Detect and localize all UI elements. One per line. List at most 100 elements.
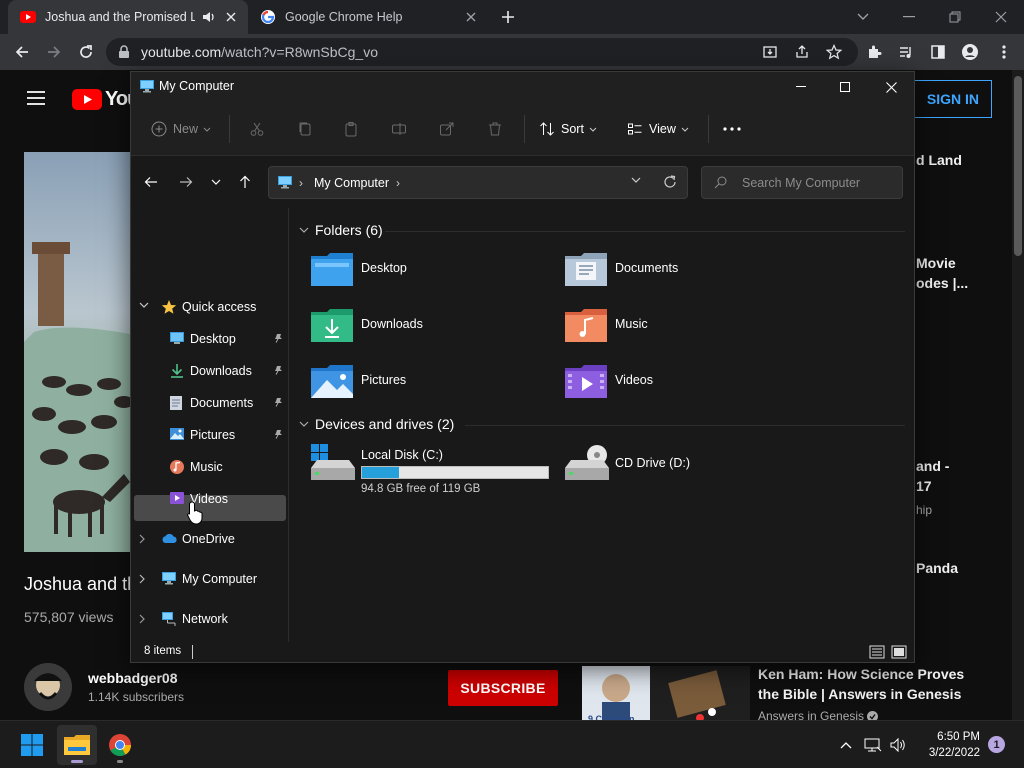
explorer-title-bar[interactable]: My Computer xyxy=(131,72,914,102)
copy-icon[interactable] xyxy=(297,119,313,139)
new-button[interactable]: New xyxy=(151,119,211,139)
folder-music[interactable]: Music xyxy=(565,308,815,350)
nav-quick-access[interactable]: Quick access xyxy=(131,294,288,320)
sort-button[interactable]: Sort xyxy=(539,119,597,139)
sidebar-title-fragment[interactable]: Panda xyxy=(916,558,958,578)
channel-avatar[interactable] xyxy=(24,663,72,711)
restore-icon[interactable] xyxy=(944,6,966,28)
nav-item-music[interactable]: Music xyxy=(131,454,288,480)
share-icon[interactable] xyxy=(439,119,455,139)
up-arrow-icon[interactable] xyxy=(235,172,255,192)
view-button[interactable]: View xyxy=(627,119,689,139)
folder-desktop[interactable]: Desktop xyxy=(311,252,561,294)
start-button[interactable] xyxy=(12,725,52,765)
cut-icon[interactable] xyxy=(249,119,265,139)
url-text: youtube.com/watch?v=R8wnSbCg_vo xyxy=(141,44,378,60)
nav-onedrive[interactable]: OneDrive xyxy=(131,526,288,552)
back-icon[interactable] xyxy=(141,172,161,192)
refresh-icon[interactable] xyxy=(663,175,677,189)
breadcrumb[interactable]: My Computer xyxy=(314,176,389,190)
address-bar[interactable]: youtube.com/watch?v=R8wnSbCg_vo xyxy=(106,38,858,66)
video-frame-image xyxy=(24,242,130,552)
install-app-icon[interactable] xyxy=(760,42,780,62)
nav-item-documents[interactable]: Documents xyxy=(131,390,288,416)
video-player[interactable] xyxy=(24,152,130,552)
folder-pictures[interactable]: Pictures xyxy=(311,364,561,406)
drive-local-disk[interactable]: Local Disk (C:) 94.8 GB free of 119 GB xyxy=(311,444,561,500)
address-box[interactable]: › My Computer › xyxy=(268,166,688,199)
page-scrollbar[interactable] xyxy=(1012,70,1024,722)
close-tab-icon[interactable] xyxy=(464,10,478,24)
address-dropdown-icon[interactable] xyxy=(631,177,641,183)
rename-icon[interactable] xyxy=(391,119,407,139)
sidebar-title-fragment[interactable]: odes |... xyxy=(916,273,968,293)
breadcrumb-chevron-icon[interactable]: › xyxy=(299,176,303,190)
back-icon[interactable] xyxy=(12,42,32,62)
nav-item-desktop[interactable]: Desktop xyxy=(131,326,288,352)
close-window-icon[interactable] xyxy=(990,6,1012,28)
youtube-logo[interactable]: You xyxy=(72,88,139,111)
profile-icon[interactable] xyxy=(960,42,980,62)
folder-downloads[interactable]: Downloads xyxy=(311,308,561,350)
nav-item-downloads[interactable]: Downloads xyxy=(131,358,288,384)
taskbar-file-explorer[interactable] xyxy=(57,725,97,765)
collapsed-chevron-icon[interactable] xyxy=(139,574,145,584)
volume-icon[interactable] xyxy=(888,735,908,755)
nav-item-videos[interactable]: Videos xyxy=(131,486,288,512)
notification-badge[interactable]: 1 xyxy=(988,736,1005,753)
nav-my-computer[interactable]: My Computer xyxy=(131,566,288,592)
sidebar-title-fragment[interactable]: d Land xyxy=(916,150,962,170)
sidebar-title-fragment[interactable]: and - xyxy=(916,456,949,476)
folder-videos[interactable]: Videos xyxy=(565,364,815,406)
details-view-icon[interactable] xyxy=(869,644,885,660)
breadcrumb-chevron-icon[interactable]: › xyxy=(396,176,400,190)
chrome-menu-icon[interactable] xyxy=(994,42,1014,62)
nav-network[interactable]: Network xyxy=(131,606,288,632)
folder-documents[interactable]: Documents xyxy=(565,252,815,294)
sidebar-title-fragment[interactable]: Movie xyxy=(916,253,956,273)
close-icon[interactable] xyxy=(879,76,903,98)
tab-search-chevron-icon[interactable] xyxy=(852,6,874,28)
bookmark-star-icon[interactable] xyxy=(824,42,844,62)
side-panel-icon[interactable] xyxy=(928,42,948,62)
recommended-video-thumbnail[interactable]: 9 Common xyxy=(582,666,750,722)
paste-icon[interactable] xyxy=(343,119,359,139)
delete-icon[interactable] xyxy=(487,119,503,139)
drives-group-header[interactable]: Devices and drives (2) xyxy=(299,416,454,432)
collapsed-chevron-icon[interactable] xyxy=(139,534,145,544)
close-tab-icon[interactable] xyxy=(224,10,238,24)
forward-icon[interactable] xyxy=(176,172,196,192)
forward-icon[interactable] xyxy=(44,42,64,62)
nav-item-pictures[interactable]: Pictures xyxy=(131,422,288,448)
recent-locations-chevron-icon[interactable] xyxy=(206,172,226,192)
tab-youtube[interactable]: Joshua and the Promised Land xyxy=(8,0,248,34)
new-tab-icon[interactable] xyxy=(500,9,516,25)
system-clock[interactable]: 6:50 PM 3/22/2022 xyxy=(910,729,980,761)
share-icon[interactable] xyxy=(792,42,812,62)
lock-icon[interactable] xyxy=(118,45,130,59)
maximize-icon[interactable] xyxy=(833,76,857,98)
tab-chrome-help[interactable]: Google Chrome Help xyxy=(248,0,488,34)
minimize-icon[interactable] xyxy=(789,76,813,98)
subscribe-button[interactable]: SUBSCRIBE xyxy=(448,670,558,706)
speaker-icon[interactable] xyxy=(202,10,216,24)
show-hidden-icons-chevron-icon[interactable] xyxy=(836,735,856,755)
collapsed-chevron-icon[interactable] xyxy=(139,614,145,624)
tiles-view-icon[interactable] xyxy=(891,644,907,660)
media-control-icon[interactable] xyxy=(896,42,916,62)
drive-cd[interactable]: CD Drive (D:) xyxy=(565,444,815,500)
reload-icon[interactable] xyxy=(76,42,96,62)
scrollbar-thumb[interactable] xyxy=(1014,76,1022,256)
minimize-icon[interactable] xyxy=(898,6,920,28)
taskbar-chrome[interactable] xyxy=(100,725,140,765)
sidebar-title-fragment[interactable]: 17 xyxy=(916,476,932,496)
channel-name[interactable]: webbadger08 xyxy=(88,670,177,686)
hamburger-menu-icon[interactable] xyxy=(27,90,45,106)
search-input[interactable]: Search My Computer xyxy=(701,166,903,199)
extensions-icon[interactable] xyxy=(864,42,884,62)
recommended-video-title[interactable]: Ken Ham: How Science Proves the Bible | … xyxy=(758,664,968,704)
network-status-icon[interactable] xyxy=(863,735,883,755)
more-options-icon[interactable] xyxy=(723,119,741,139)
expanded-chevron-icon[interactable] xyxy=(139,302,149,308)
folders-group-header[interactable]: Folders (6) xyxy=(299,222,383,238)
